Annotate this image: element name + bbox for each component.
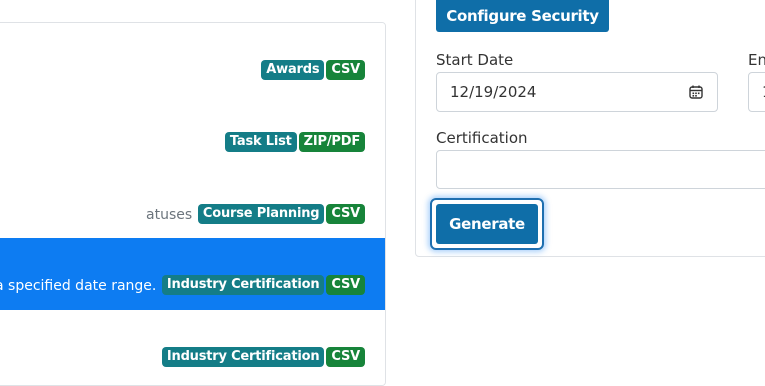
report-list: Awards CSV Task List ZIP/PDF atuses Cour…	[0, 22, 386, 386]
report-row[interactable]: atuses Course Planning CSV	[0, 167, 385, 239]
report-description: a specified date range.	[0, 278, 157, 294]
report-format-badge: CSV	[326, 204, 365, 224]
report-row[interactable]: Industry Certification CSV	[0, 310, 385, 385]
certification-field[interactable]	[436, 150, 765, 189]
report-row[interactable]: Awards CSV	[0, 23, 385, 96]
report-format-badge: ZIP/PDF	[298, 132, 365, 152]
configure-security-button[interactable]: Configure Security	[436, 0, 609, 32]
report-format-badge: CSV	[326, 275, 365, 295]
certification-label: Certification	[436, 129, 528, 147]
end-date-field[interactable]: 1	[748, 72, 765, 112]
report-type-badge: Industry Certification	[161, 275, 325, 295]
report-format-badge: CSV	[326, 60, 365, 80]
calendar-icon[interactable]	[689, 85, 703, 99]
report-row-selected[interactable]: a specified date range. Industry Certifi…	[0, 238, 385, 311]
report-type-badge: Task List	[224, 132, 297, 152]
report-type-badge: Awards	[261, 60, 325, 80]
report-type-badge: Industry Certification	[161, 347, 325, 367]
start-date-label: Start Date	[436, 51, 514, 69]
report-description: atuses	[146, 207, 193, 223]
generate-button[interactable]: Generate	[436, 204, 538, 244]
report-row[interactable]: Task List ZIP/PDF	[0, 95, 385, 168]
end-date-label: En	[748, 51, 765, 69]
report-format-badge: CSV	[326, 347, 365, 367]
start-date-value: 12/19/2024	[450, 83, 537, 101]
start-date-field[interactable]: 12/19/2024	[436, 72, 718, 112]
report-type-badge: Course Planning	[197, 204, 325, 224]
